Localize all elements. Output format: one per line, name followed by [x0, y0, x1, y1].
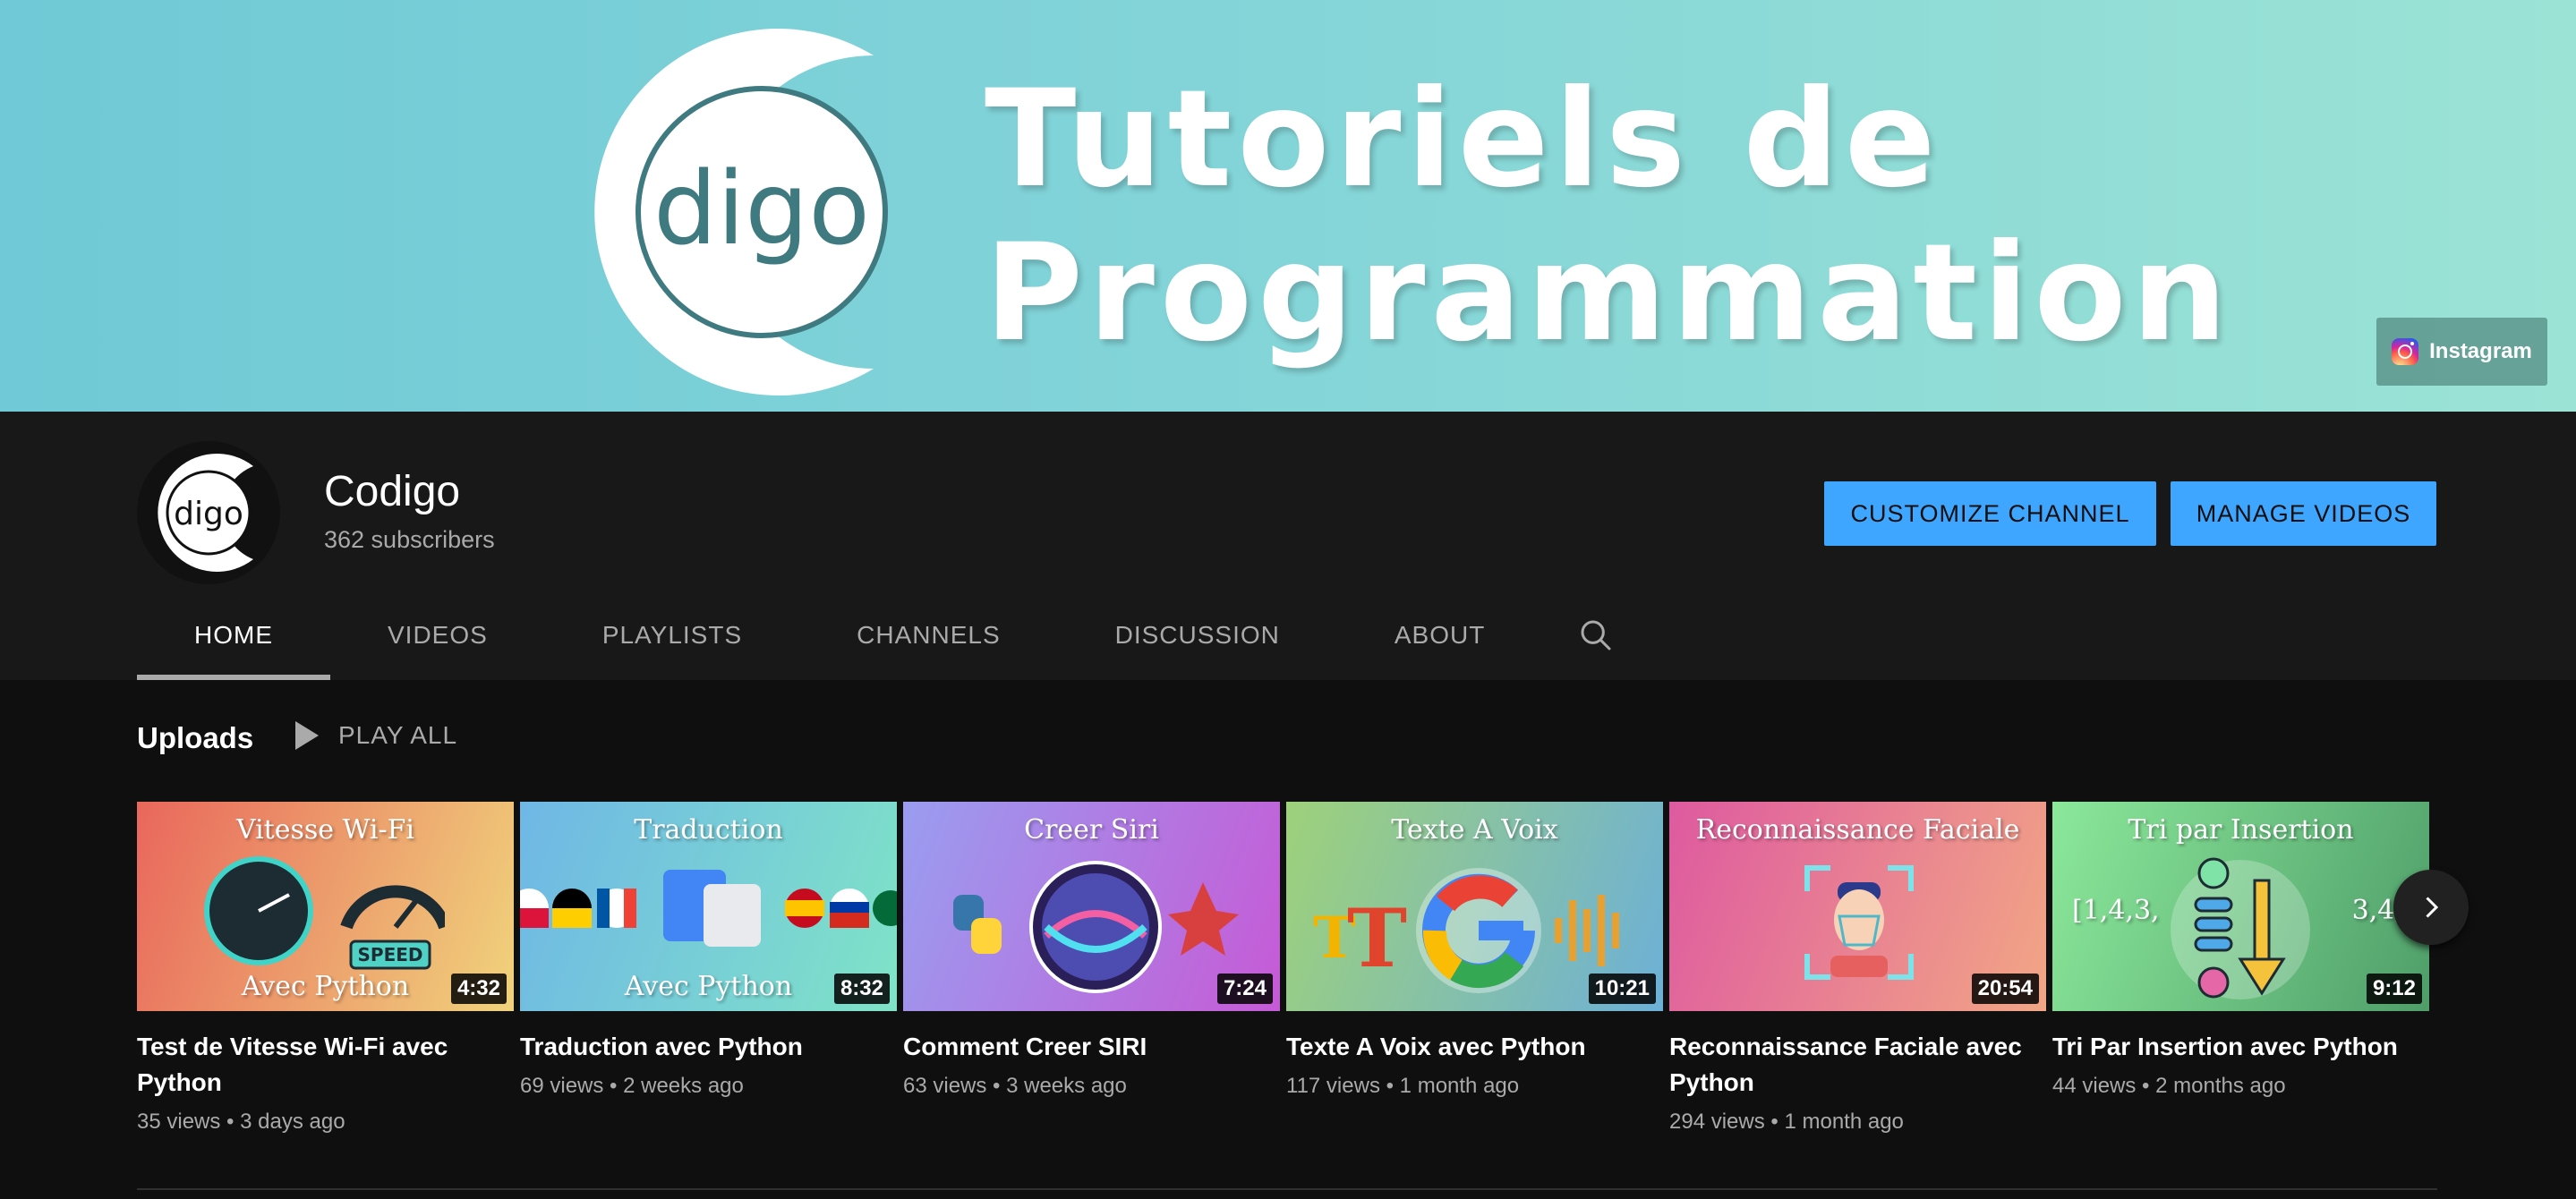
channel-search-button[interactable]	[1542, 591, 1650, 680]
video-duration: 9:12	[2366, 974, 2422, 1004]
section-divider	[137, 1188, 2437, 1190]
manage-videos-button[interactable]: MANAGE VIDEOS	[2171, 481, 2436, 546]
face-recognition-icon	[1804, 865, 1914, 980]
banner-title-line2: Programmation	[985, 216, 2233, 371]
video-meta: 44 views • 2 months ago	[2052, 1074, 2286, 1098]
uploads-shelf: Vitesse Wi-Fi SPEED Avec Python 4:32 Tes…	[137, 802, 2430, 1160]
tab-channels[interactable]: CHANNELS	[799, 591, 1057, 680]
instagram-icon	[2392, 338, 2419, 365]
chevron-right-icon	[2426, 897, 2439, 918]
play-all-button[interactable]: PLAY ALL	[295, 721, 457, 750]
channel-banner: digo Tutoriels de Programmation Instagra…	[0, 0, 2576, 412]
video-title[interactable]: Comment Creer SIRI	[903, 1029, 1270, 1065]
thumbnail-title: Tri par Insertion	[2128, 814, 2354, 846]
video-duration: 10:21	[1588, 974, 1656, 1004]
video-thumbnail[interactable]: Vitesse Wi-Fi SPEED Avec Python 4:32	[137, 802, 514, 1011]
video-meta: 69 views • 2 weeks ago	[520, 1074, 744, 1098]
tab-about[interactable]: ABOUT	[1337, 591, 1542, 680]
tab-videos[interactable]: VIDEOS	[330, 591, 545, 680]
codigo-logo: digo	[594, 29, 888, 395]
banner-title: Tutoriels de Programmation	[985, 63, 2232, 370]
shelf-next-button[interactable]	[2393, 870, 2469, 945]
play-all-label: PLAY ALL	[338, 721, 458, 749]
thumbnail-array-left: [1,4,3,	[2072, 895, 2160, 926]
avatar-text: digo	[174, 496, 243, 532]
video-card[interactable]: Traduction Avec Python 8:32 Traduction a…	[520, 802, 897, 1099]
thumbnail-title: Reconnaissance Faciale	[1695, 814, 2020, 846]
customize-channel-button[interactable]: CUSTOMIZE CHANNEL	[1824, 481, 2156, 546]
tab-home[interactable]: HOME	[137, 591, 330, 680]
sort-icon	[2171, 857, 2310, 999]
thumbnail-title: Vitesse Wi-Fi	[235, 814, 415, 846]
video-thumbnail[interactable]: Traduction Avec Python 8:32	[520, 802, 897, 1011]
uploads-heading: Uploads	[137, 721, 254, 754]
video-title[interactable]: Texte A Voix avec Python	[1286, 1029, 1653, 1065]
search-icon	[1581, 620, 1611, 651]
logo-text: digo	[653, 151, 870, 268]
svg-text:T: T	[1347, 891, 1407, 986]
thumbnail-title: Traduction	[634, 814, 783, 846]
video-meta: 294 views • 1 month ago	[1669, 1110, 1904, 1134]
play-icon	[295, 721, 319, 750]
video-card[interactable]: Texte A Voix T T 10:21 Texte A Voix avec…	[1286, 802, 1663, 1099]
video-card[interactable]: Creer Siri 7:24 Comment Creer SIRI 63 vi…	[903, 802, 1280, 1099]
video-thumbnail[interactable]: Reconnaissance Faciale 20:54	[1669, 802, 2046, 1011]
avatar[interactable]: digo	[137, 441, 280, 584]
banner-title-line1: Tutoriels de	[985, 62, 1941, 217]
video-thumbnail[interactable]: Tri par Insertion [1,4,3, 3,4,5 9:12	[2052, 802, 2429, 1011]
speed-label: SPEED	[358, 944, 423, 965]
channel-name: Codigo	[324, 468, 461, 515]
channel-tabs: HOME VIDEOS PLAYLISTS CHANNELS DISCUSSIO…	[137, 591, 1650, 680]
siri-python-icon	[953, 861, 1239, 993]
video-duration: 4:32	[450, 974, 507, 1004]
speedometer-icon: SPEED	[204, 856, 445, 970]
video-card[interactable]: Vitesse Wi-Fi SPEED Avec Python 4:32 Tes…	[137, 802, 514, 1135]
instagram-link[interactable]: Instagram	[2376, 318, 2547, 386]
video-meta: 117 views • 1 month ago	[1286, 1074, 1520, 1098]
thumbnail-title: Creer Siri	[1024, 814, 1159, 846]
video-title[interactable]: Test de Vitesse Wi-Fi avec Python	[137, 1029, 504, 1101]
thumbnail-title: Texte A Voix	[1391, 814, 1558, 846]
video-meta: 35 views • 3 days ago	[137, 1110, 345, 1134]
translate-flags-icon	[520, 870, 897, 947]
video-card[interactable]: Reconnaissance Faciale 20:54 Reconnaissa…	[1669, 802, 2046, 1135]
video-meta: 63 views • 3 weeks ago	[903, 1074, 1127, 1098]
tab-discussion[interactable]: DISCUSSION	[1058, 591, 1337, 680]
video-duration: 20:54	[1971, 974, 2039, 1004]
video-thumbnail[interactable]: Creer Siri 7:24	[903, 802, 1280, 1011]
video-title[interactable]: Traduction avec Python	[520, 1029, 887, 1065]
instagram-link-label: Instagram	[2429, 339, 2532, 363]
video-title[interactable]: Reconnaissance Faciale avec Python	[1669, 1029, 2036, 1101]
video-title[interactable]: Tri Par Insertion avec Python	[2052, 1029, 2419, 1065]
video-thumbnail[interactable]: Texte A Voix T T 10:21	[1286, 802, 1663, 1011]
tab-playlists[interactable]: PLAYLISTS	[545, 591, 799, 680]
subscriber-count: 362 subscribers	[324, 526, 495, 553]
video-duration: 8:32	[833, 974, 890, 1004]
video-card[interactable]: Tri par Insertion [1,4,3, 3,4,5 9:12 Tri…	[2052, 802, 2429, 1099]
video-duration: 7:24	[1216, 974, 1273, 1004]
